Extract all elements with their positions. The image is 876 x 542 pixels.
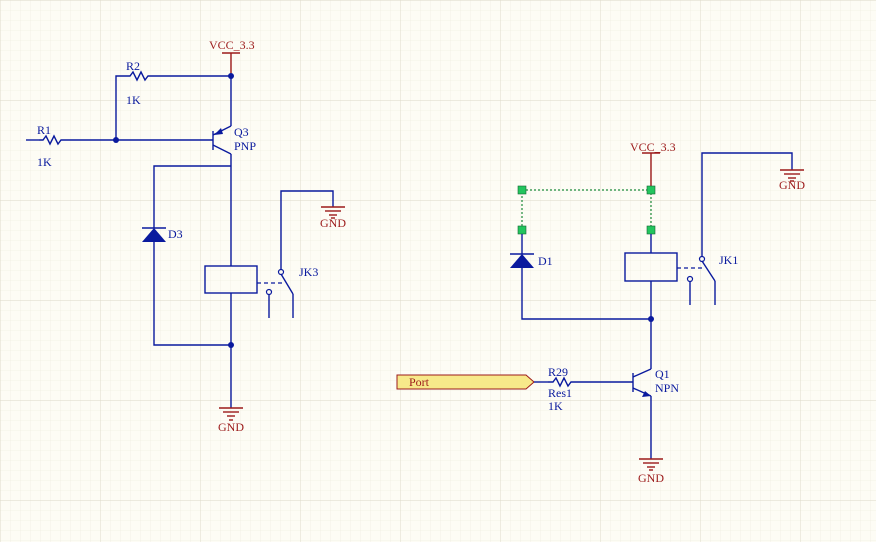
q3-designator: Q3 — [234, 125, 249, 139]
selection-handle[interactable] — [646, 225, 656, 235]
r1-value: 1K — [37, 155, 52, 169]
q1-type: NPN — [655, 381, 679, 395]
r29-designator: R29 — [548, 365, 568, 379]
gnd-label-jk3: GND — [320, 216, 346, 230]
q1-designator: Q1 — [655, 367, 670, 381]
d1-designator: D1 — [538, 254, 553, 268]
q3-type: PNP — [234, 139, 256, 153]
d3-designator: D3 — [168, 227, 183, 241]
schematic-grid — [0, 0, 876, 542]
r2-designator: R2 — [126, 59, 140, 73]
vcc-label-left: VCC_3.3 — [209, 38, 255, 52]
r2-value: 1K — [126, 93, 141, 107]
selection-handle[interactable] — [517, 225, 527, 235]
jk3-designator: JK3 — [299, 265, 318, 279]
r29-comment: Res1 — [548, 386, 572, 400]
vcc-label-right: VCC_3.3 — [630, 140, 676, 154]
r1-designator: R1 — [37, 123, 51, 137]
port-input[interactable]: Port — [396, 374, 535, 390]
jk1-designator: JK1 — [719, 253, 738, 267]
port-label: Port — [409, 375, 430, 389]
gnd-label-left: GND — [218, 420, 244, 434]
gnd-label-right: GND — [638, 471, 664, 485]
selection-handle[interactable] — [517, 185, 527, 195]
schematic-canvas[interactable]: VCC_3.3 R2 1K R1 1K Q3 PNP D3 GND JK3 GN… — [0, 0, 876, 542]
selection-handle[interactable] — [646, 185, 656, 195]
gnd-label-jk1: GND — [779, 178, 805, 192]
r29-value: 1K — [548, 399, 563, 413]
